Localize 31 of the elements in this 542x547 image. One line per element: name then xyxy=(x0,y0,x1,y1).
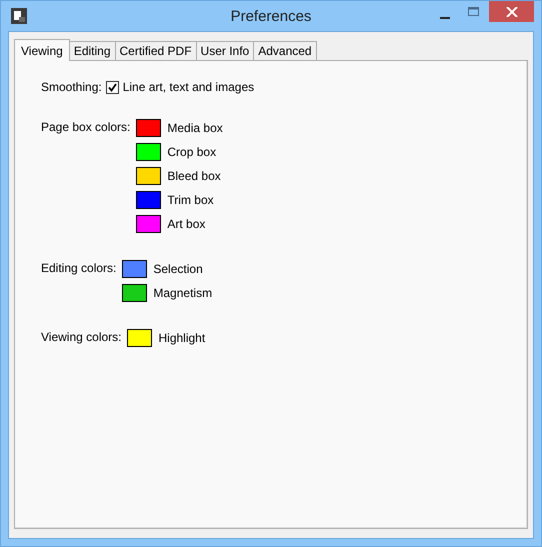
color-label: Selection xyxy=(153,262,203,276)
maximize-icon xyxy=(468,6,480,16)
color-swatch[interactable] xyxy=(136,215,162,233)
color-label: Bleed box xyxy=(167,169,221,183)
color-swatch[interactable] xyxy=(136,167,162,185)
group-label: Editing colors: xyxy=(41,260,116,277)
color-swatch[interactable] xyxy=(136,191,162,209)
color-label: Trim box xyxy=(167,193,214,207)
window-title: Preferences xyxy=(230,8,312,24)
tab[interactable]: Editing xyxy=(68,41,116,60)
color-swatch[interactable] xyxy=(136,119,162,137)
group-label: Viewing colors: xyxy=(41,329,122,346)
group-label: Page box colors: xyxy=(41,119,130,136)
tab[interactable]: Advanced xyxy=(253,41,317,60)
color-label: Media box xyxy=(167,121,223,135)
color-swatch[interactable] xyxy=(136,143,162,161)
color-label: Highlight xyxy=(158,331,206,345)
close-icon xyxy=(506,6,518,16)
color-swatch[interactable] xyxy=(127,329,152,347)
color-swatch[interactable] xyxy=(122,260,148,278)
checkmark-icon xyxy=(108,82,117,92)
smoothing-label: Smoothing: xyxy=(41,80,102,94)
smoothing-checkbox[interactable]: Line art, text and images xyxy=(106,80,254,94)
color-label: Art box xyxy=(167,217,206,231)
app-icon xyxy=(11,8,27,24)
close-button[interactable] xyxy=(489,1,534,22)
color-label: Magnetism xyxy=(153,286,212,300)
minimize-icon xyxy=(440,16,450,18)
tab[interactable]: Viewing xyxy=(14,39,70,61)
color-swatch[interactable] xyxy=(122,284,148,302)
color-label: Crop box xyxy=(167,145,216,159)
